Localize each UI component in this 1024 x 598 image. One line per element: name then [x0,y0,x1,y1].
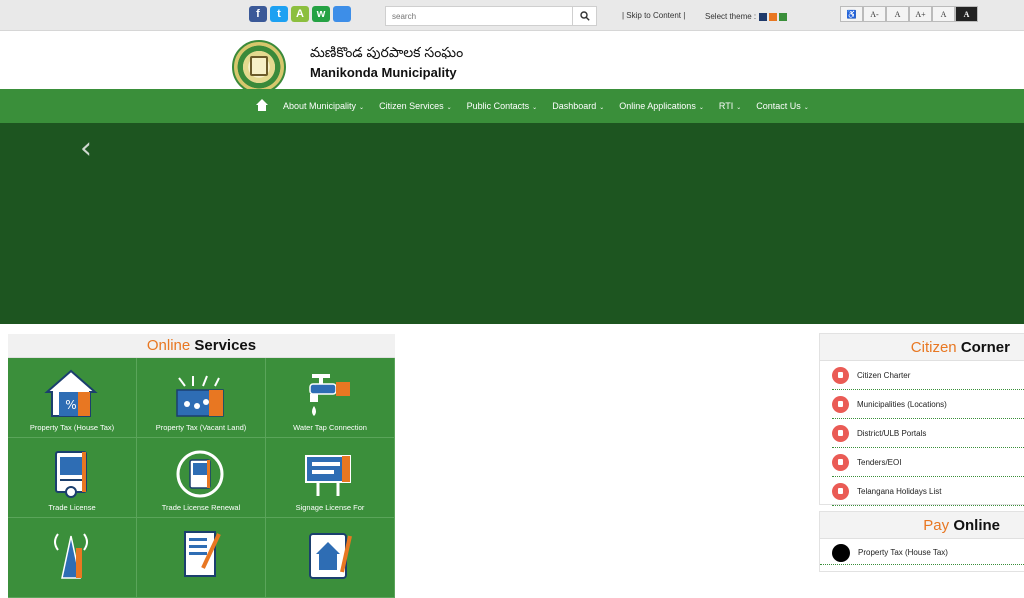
vacant-land-icon [176,375,224,417]
service-tile-label: Property Tax (House Tax) [29,423,115,432]
theme-label: Select theme : [705,12,757,21]
contrast-dark-button[interactable]: A [955,6,978,22]
trade-license-icon [55,451,87,498]
theme-orange-button[interactable] [769,13,777,21]
service-tile-trade-license[interactable]: Trade License [8,438,137,518]
tower-icon [54,533,88,579]
service-tile-property-tax-house[interactable]: % Property Tax (House Tax) [8,358,137,438]
facebook-icon[interactable]: f [249,6,267,22]
nav-public-contacts[interactable]: Public Contacts ⌄ [467,101,538,111]
online-services-panel: Online Services % Property Tax (House Ta… [8,334,395,598]
search-icon [579,11,590,21]
service-tile-label: Trade License Renewal [161,503,241,512]
layout-icon [309,533,352,579]
search-box [385,6,597,26]
twitter-icon[interactable]: t [270,6,288,22]
site-header: మణికొండ పురపాలక సంఘం Manikonda Municipal… [0,31,1024,94]
theme-swatches [759,13,787,21]
telangana-emblem-logo[interactable] [232,40,286,94]
home-icon [832,453,849,471]
android-icon[interactable]: A [291,6,309,22]
theme-blue-button[interactable] [759,13,767,21]
top-utility-bar: f t A w | Skip to Content | Select theme… [0,0,1024,31]
nav-dashboard[interactable]: Dashboard ⌄ [552,101,604,111]
sitemap-icon [832,424,849,442]
site-title: Manikonda Municipality [310,65,457,80]
location-pin-icon [832,395,849,413]
carousel-prev-icon[interactable]: ‹ [80,131,92,166]
service-tile-trade-license-renewal[interactable]: Trade License Renewal [137,438,266,518]
trade-license-renewal-icon [176,450,224,498]
citizen-corner-panel: Citizen Corner Citizen Charter Municipal… [819,333,1024,506]
contrast-light-button[interactable]: A [932,6,955,22]
nav-contact-us[interactable]: Contact Us ⌄ [756,101,809,111]
citizen-corner-item[interactable]: Municipalities (Locations) [832,390,1024,419]
accessibility-controls: ♿ A- A A+ A A [840,6,978,22]
theme-green-button[interactable] [779,13,787,21]
hero-carousel: ‹ [0,123,1024,324]
chevron-down-icon: ⌄ [446,105,452,111]
payment-icon [832,543,850,562]
svg-text:%: % [65,398,76,412]
accessibility-icon[interactable]: ♿ [840,6,863,22]
citizen-corner-item[interactable]: District/ULB Portals [832,419,1024,448]
chevron-down-icon: ⌄ [803,105,809,111]
service-tile-label: Signage License For [295,503,365,512]
nav-rti[interactable]: RTI ⌄ [719,101,741,111]
citizen-corner-item[interactable]: Citizen Charter [832,361,1024,390]
pay-online-panel: Pay Online Property Tax (House Tax) [819,511,1024,572]
service-tile-water-tap[interactable]: Water Tap Connection [266,358,395,438]
chevron-down-icon: ⌄ [359,105,365,111]
font-normal-button[interactable]: A [886,6,909,22]
social-links: f t A w [249,6,351,22]
chevron-down-icon: ⌄ [736,105,742,111]
service-tile-building-permission[interactable] [137,518,266,598]
service-tile-signage-license[interactable]: Signage License For [266,438,395,518]
chevron-down-icon: ⌄ [532,105,538,111]
site-title-telugu: మణికొండ పురపాలక సంఘం [310,44,464,60]
water-tap-icon [309,374,350,416]
citizen-corner-item[interactable]: Tenders/EOI [832,448,1024,477]
font-decrease-button[interactable]: A- [863,6,886,22]
main-nav: About Municipality ⌄ Citizen Services ⌄ Pu… [0,89,1024,123]
search-button[interactable] [572,7,596,25]
service-tile-tower[interactable] [8,518,137,598]
search-input[interactable] [386,7,572,25]
nav-citizen-services[interactable]: Citizen Services ⌄ [379,101,452,111]
pay-online-title: Pay Online [820,512,1024,539]
pay-online-item[interactable]: Property Tax (House Tax) [820,541,1024,565]
font-increase-button[interactable]: A+ [909,6,932,22]
chevron-down-icon: ⌄ [698,105,704,111]
service-tile-label: Water Tap Connection [293,423,367,432]
service-tile-property-tax-vacant[interactable]: Property Tax (Vacant Land) [137,358,266,438]
house-tax-icon: % [44,369,98,417]
nav-about-municipality[interactable]: About Municipality ⌄ [283,101,364,111]
citizen-corner-item[interactable]: Telangana Holidays List [832,477,1024,506]
signage-license-icon [305,455,351,496]
person-icon [832,366,849,384]
apple-icon[interactable] [333,6,351,22]
service-tile-layout[interactable] [266,518,395,598]
home-icon[interactable] [255,99,269,113]
whatsapp-icon[interactable]: w [312,6,330,22]
online-services-title: Online Services [8,334,395,358]
skip-to-content-link[interactable]: | Skip to Content | [622,11,685,20]
nav-online-applications[interactable]: Online Applications ⌄ [619,101,704,111]
building-permission-icon [184,531,221,577]
chevron-down-icon: ⌄ [599,105,605,111]
service-tile-label: Property Tax (Vacant Land) [155,423,247,432]
citizen-corner-title: Citizen Corner [820,334,1024,361]
calendar-icon [832,482,849,500]
service-tile-label: Trade License [48,503,96,512]
